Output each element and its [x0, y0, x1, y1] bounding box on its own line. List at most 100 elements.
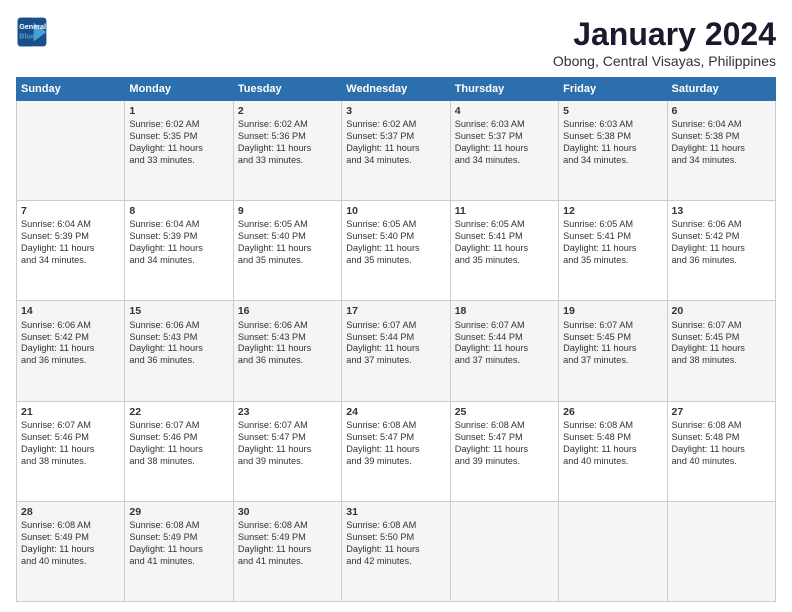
header-cell-tuesday: Tuesday: [233, 78, 341, 101]
calendar-cell: 18 Sunrise: 6:07 AM Sunset: 5:44 PM Dayli…: [450, 301, 558, 401]
day-number: 5: [563, 104, 662, 118]
day-number: 29: [129, 505, 228, 519]
day-content: Sunrise: 6:02 AM Sunset: 5:37 PM Dayligh…: [346, 119, 445, 167]
header: General Blue January 2024 Obong, Central…: [16, 16, 776, 69]
calendar-cell: 26Sunrise: 6:08 AM Sunset: 5:48 PM Dayli…: [559, 401, 667, 501]
week-row-2: 7Sunrise: 6:04 AM Sunset: 5:39 PM Daylig…: [17, 201, 776, 301]
day-number: 22: [129, 405, 228, 419]
day-content: Sunrise: 6:02 AM Sunset: 5:36 PM Dayligh…: [238, 119, 337, 167]
header-cell-friday: Friday: [559, 78, 667, 101]
calendar-cell: 13Sunrise: 6:06 AM Sunset: 5:42 PM Dayli…: [667, 201, 775, 301]
day-number: 6: [672, 104, 771, 118]
day-number: 14: [21, 304, 120, 318]
calendar-cell: 5Sunrise: 6:03 AM Sunset: 5:38 PM Daylig…: [559, 101, 667, 201]
calendar-cell: 12Sunrise: 6:05 AM Sunset: 5:41 PM Dayli…: [559, 201, 667, 301]
day-number: 27: [672, 405, 771, 419]
calendar-cell: 19 Sunrise: 6:07 AM Sunset: 5:45 PM Dayli…: [559, 301, 667, 401]
header-cell-thursday: Thursday: [450, 78, 558, 101]
calendar-cell: 1Sunrise: 6:02 AM Sunset: 5:35 PM Daylig…: [125, 101, 233, 201]
calendar-cell: 15Sunrise: 6:06 AM Sunset: 5:43 PM Dayli…: [125, 301, 233, 401]
calendar-cell: 16Sunrise: 6:06 AM Sunset: 5:43 PM Dayli…: [233, 301, 341, 401]
calendar-cell: 3Sunrise: 6:02 AM Sunset: 5:37 PM Daylig…: [342, 101, 450, 201]
day-number: 23: [238, 405, 337, 419]
day-content: Sunrise: 6:03 AM Sunset: 5:38 PM Dayligh…: [563, 119, 662, 167]
svg-text:Blue: Blue: [19, 31, 35, 40]
calendar-cell: 8Sunrise: 6:04 AM Sunset: 5:39 PM Daylig…: [125, 201, 233, 301]
day-number: 8: [129, 204, 228, 218]
calendar-cell: 25Sunrise: 6:08 AM Sunset: 5:47 PM Dayli…: [450, 401, 558, 501]
header-row: SundayMondayTuesdayWednesdayThursdayFrid…: [17, 78, 776, 101]
calendar-cell: 27Sunrise: 6:08 AM Sunset: 5:48 PM Dayli…: [667, 401, 775, 501]
calendar-cell: 2Sunrise: 6:02 AM Sunset: 5:36 PM Daylig…: [233, 101, 341, 201]
day-content: Sunrise: 6:03 AM Sunset: 5:37 PM Dayligh…: [455, 119, 554, 167]
day-content: Sunrise: 6:04 AM Sunset: 5:39 PM Dayligh…: [129, 219, 228, 267]
day-content: Sunrise: 6:06 AM Sunset: 5:42 PM Dayligh…: [672, 219, 771, 267]
logo: General Blue: [16, 16, 48, 48]
day-number: 30: [238, 505, 337, 519]
day-content: Sunrise: 6:07 AM Sunset: 5:45 PM Dayligh…: [563, 320, 662, 368]
calendar-cell: 22Sunrise: 6:07 AM Sunset: 5:46 PM Dayli…: [125, 401, 233, 501]
calendar-subtitle: Obong, Central Visayas, Philippines: [553, 53, 776, 69]
day-number: 16: [238, 304, 337, 318]
day-content: Sunrise: 6:08 AM Sunset: 5:47 PM Dayligh…: [346, 420, 445, 468]
calendar-cell: 14 Sunrise: 6:06 AM Sunset: 5:42 PM Dayli…: [17, 301, 125, 401]
day-number: 18: [455, 304, 554, 318]
day-number: 20: [672, 304, 771, 318]
logo-icon: General Blue: [16, 16, 48, 48]
day-content: Sunrise: 6:06 AM Sunset: 5:42 PM Dayligh…: [21, 320, 120, 368]
week-row-3: 14 Sunrise: 6:06 AM Sunset: 5:42 PM Dayli…: [17, 301, 776, 401]
calendar-cell: 31Sunrise: 6:08 AM Sunset: 5:50 PM Dayli…: [342, 501, 450, 601]
calendar-cell: 10Sunrise: 6:05 AM Sunset: 5:40 PM Dayli…: [342, 201, 450, 301]
calendar-cell: 7Sunrise: 6:04 AM Sunset: 5:39 PM Daylig…: [17, 201, 125, 301]
day-number: 9: [238, 204, 337, 218]
day-content: Sunrise: 6:04 AM Sunset: 5:39 PM Dayligh…: [21, 219, 120, 267]
day-number: 24: [346, 405, 445, 419]
day-number: 28: [21, 505, 120, 519]
day-content: Sunrise: 6:05 AM Sunset: 5:40 PM Dayligh…: [346, 219, 445, 267]
day-number: 12: [563, 204, 662, 218]
day-content: Sunrise: 6:07 AM Sunset: 5:47 PM Dayligh…: [238, 420, 337, 468]
calendar-cell: 23Sunrise: 6:07 AM Sunset: 5:47 PM Dayli…: [233, 401, 341, 501]
day-number: 31: [346, 505, 445, 519]
day-number: 4: [455, 104, 554, 118]
header-cell-wednesday: Wednesday: [342, 78, 450, 101]
week-row-5: 28 Sunrise: 6:08 AM Sunset: 5:49 PM Dayli…: [17, 501, 776, 601]
calendar-cell: [559, 501, 667, 601]
calendar-cell: 29Sunrise: 6:08 AM Sunset: 5:49 PM Dayli…: [125, 501, 233, 601]
calendar-cell: [667, 501, 775, 601]
calendar-cell: [450, 501, 558, 601]
day-content: Sunrise: 6:07 AM Sunset: 5:45 PM Dayligh…: [672, 320, 771, 368]
calendar-cell: 11Sunrise: 6:05 AM Sunset: 5:41 PM Dayli…: [450, 201, 558, 301]
day-number: 19: [563, 304, 662, 318]
day-content: Sunrise: 6:07 AM Sunset: 5:46 PM Dayligh…: [129, 420, 228, 468]
calendar-cell: 9Sunrise: 6:05 AM Sunset: 5:40 PM Daylig…: [233, 201, 341, 301]
svg-text:General: General: [19, 22, 46, 31]
day-content: Sunrise: 6:05 AM Sunset: 5:41 PM Dayligh…: [455, 219, 554, 267]
day-content: Sunrise: 6:02 AM Sunset: 5:35 PM Dayligh…: [129, 119, 228, 167]
calendar-cell: 6Sunrise: 6:04 AM Sunset: 5:38 PM Daylig…: [667, 101, 775, 201]
day-number: 1: [129, 104, 228, 118]
day-number: 10: [346, 204, 445, 218]
day-content: Sunrise: 6:08 AM Sunset: 5:48 PM Dayligh…: [563, 420, 662, 468]
header-cell-sunday: Sunday: [17, 78, 125, 101]
day-content: Sunrise: 6:08 AM Sunset: 5:49 PM Dayligh…: [129, 520, 228, 568]
calendar-cell: 24Sunrise: 6:08 AM Sunset: 5:47 PM Dayli…: [342, 401, 450, 501]
calendar-table: SundayMondayTuesdayWednesdayThursdayFrid…: [16, 77, 776, 602]
week-row-1: 1Sunrise: 6:02 AM Sunset: 5:35 PM Daylig…: [17, 101, 776, 201]
day-number: 2: [238, 104, 337, 118]
day-content: Sunrise: 6:05 AM Sunset: 5:40 PM Dayligh…: [238, 219, 337, 267]
calendar-title: January 2024: [553, 16, 776, 53]
header-cell-monday: Monday: [125, 78, 233, 101]
calendar-cell: 20 Sunrise: 6:07 AM Sunset: 5:45 PM Dayli…: [667, 301, 775, 401]
day-number: 11: [455, 204, 554, 218]
day-content: Sunrise: 6:07 AM Sunset: 5:44 PM Dayligh…: [455, 320, 554, 368]
day-content: Sunrise: 6:04 AM Sunset: 5:38 PM Dayligh…: [672, 119, 771, 167]
title-block: January 2024 Obong, Central Visayas, Phi…: [553, 16, 776, 69]
week-row-4: 21Sunrise: 6:07 AM Sunset: 5:46 PM Dayli…: [17, 401, 776, 501]
day-number: 25: [455, 405, 554, 419]
day-number: 15: [129, 304, 228, 318]
day-content: Sunrise: 6:07 AM Sunset: 5:44 PM Dayligh…: [346, 320, 445, 368]
day-content: Sunrise: 6:08 AM Sunset: 5:50 PM Dayligh…: [346, 520, 445, 568]
calendar-cell: 17Sunrise: 6:07 AM Sunset: 5:44 PM Dayli…: [342, 301, 450, 401]
page: General Blue January 2024 Obong, Central…: [0, 0, 792, 612]
